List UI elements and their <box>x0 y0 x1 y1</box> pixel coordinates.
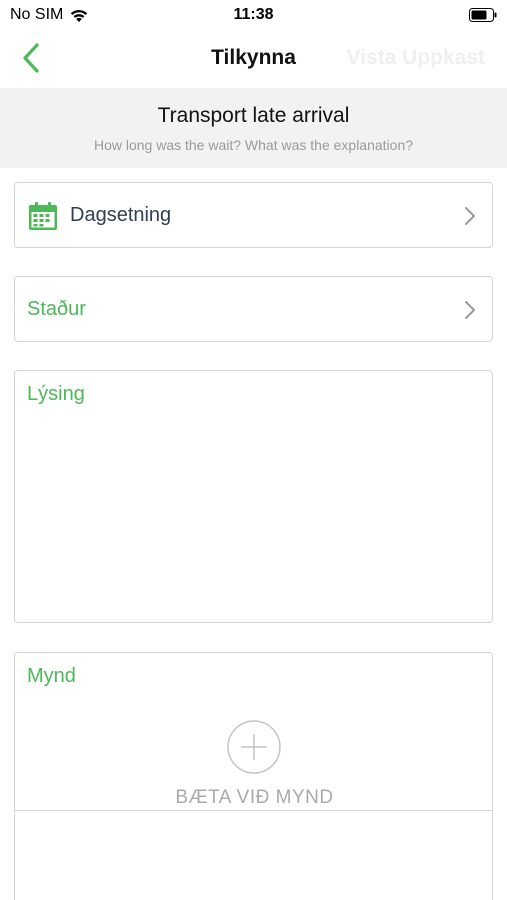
location-row[interactable]: Staður <box>14 276 493 342</box>
location-label: Staður <box>27 298 86 320</box>
description-field[interactable]: Lýsing <box>14 370 493 623</box>
battery-icon <box>469 8 497 22</box>
calendar-icon <box>29 202 57 230</box>
image-section: Mynd BÆTA VIÐ MYND <box>14 652 493 900</box>
report-type-subtitle: How long was the wait? What was the expl… <box>93 137 414 153</box>
report-type-title: Transport late arrival <box>157 104 350 127</box>
status-time: 11:38 <box>233 6 274 23</box>
chevron-right-icon <box>465 301 475 319</box>
date-label: Dagsetning <box>70 204 172 226</box>
image-label: Mynd <box>27 665 76 687</box>
save-draft-button[interactable]: Vista Uppkast <box>347 46 486 70</box>
report-type-header: Transport late arrival How long was the … <box>0 88 507 168</box>
divider <box>15 810 492 811</box>
chevron-right-icon <box>465 207 475 225</box>
date-row[interactable]: Dagsetning <box>14 182 493 248</box>
add-image-button[interactable]: BÆTA VIÐ MYND <box>15 719 494 809</box>
status-bar: No SIM 11:38 <box>0 0 507 30</box>
add-image-label: BÆTA VIÐ MYND <box>175 787 334 808</box>
nav-bar: Tilkynna Vista Uppkast <box>0 30 507 88</box>
plus-circle-icon <box>227 720 281 774</box>
description-label: Lýsing <box>27 383 85 405</box>
